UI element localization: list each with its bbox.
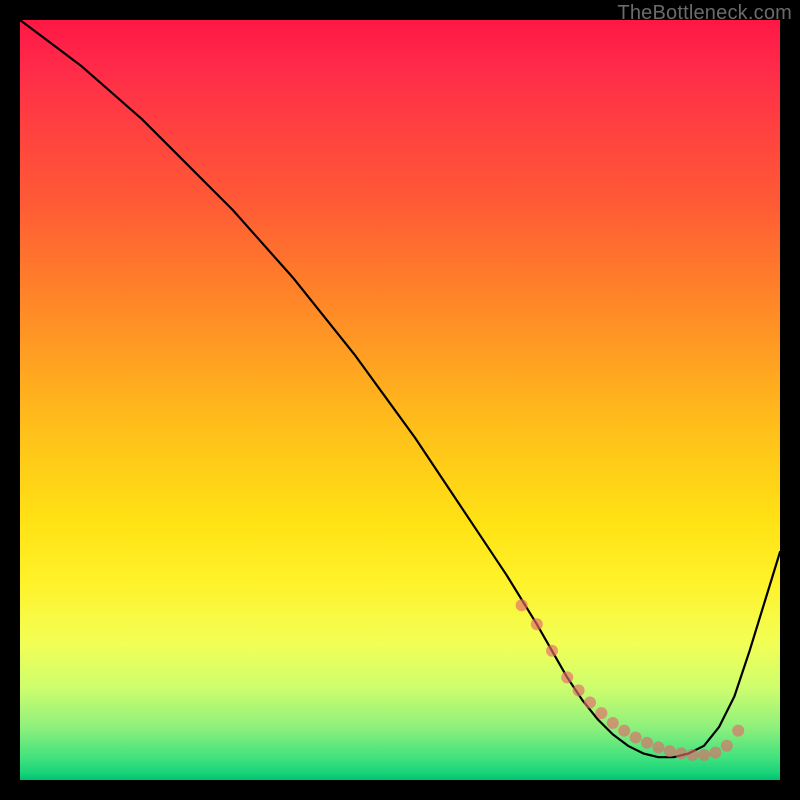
marker-point (618, 725, 630, 737)
chart-frame: TheBottleneck.com (0, 0, 800, 800)
marker-point (687, 749, 699, 761)
curve-svg (20, 20, 780, 780)
marker-point (721, 740, 733, 752)
watermark-text: TheBottleneck.com (617, 2, 792, 25)
marker-point (709, 747, 721, 759)
marker-point (531, 618, 543, 630)
marker-point (698, 749, 710, 761)
bottleneck-curve (20, 20, 780, 757)
marker-point (595, 707, 607, 719)
marker-point (641, 737, 653, 749)
plot-area (20, 20, 780, 780)
marker-point (675, 747, 687, 759)
marker-point (607, 717, 619, 729)
marker-point (546, 645, 558, 657)
marker-point (584, 696, 596, 708)
marker-point (561, 671, 573, 683)
marker-point (732, 725, 744, 737)
marker-point (573, 684, 585, 696)
marker-point (516, 599, 528, 611)
marker-point (630, 731, 642, 743)
marker-point (652, 741, 664, 753)
marker-point (664, 745, 676, 757)
